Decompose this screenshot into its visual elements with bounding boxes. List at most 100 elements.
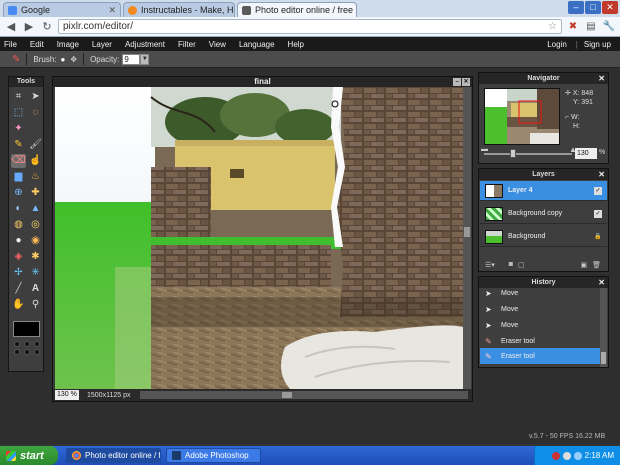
eraser-icon[interactable]: ⌫ [11,154,26,168]
wrench-icon[interactable]: 🔧 [602,20,616,34]
back-icon[interactable]: ◀ [4,20,18,34]
reload-icon[interactable]: ↻ [40,20,54,34]
layer-row-background[interactable]: Background 🔒 [480,227,607,247]
taskbar-item-browser[interactable]: Photo editor online / f... [66,448,161,463]
visibility-checkbox[interactable]: ✓ [594,209,602,218]
start-button[interactable]: start [0,446,58,465]
menu-filter[interactable]: Filter [178,40,196,49]
volume-icon[interactable] [573,451,582,460]
opacity-input[interactable]: 9 [122,53,141,65]
forward-icon[interactable]: ▶ [22,20,36,34]
dodge-icon[interactable]: ◐ [11,202,26,216]
delete-layer-icon[interactable]: 🗑 [592,261,601,269]
navigator-thumbnail[interactable] [484,88,560,145]
signup-link[interactable]: Sign up [584,40,611,49]
star-icon[interactable]: ☆ [548,21,557,32]
layer-mask-icon[interactable]: ◙ [509,261,513,268]
lock-icon[interactable]: 🔒 [594,233,602,241]
layer-row-layer-4[interactable]: Layer 4 ✓ [480,181,607,201]
tab-pixlr[interactable]: Photo editor online / free ima ✕ [237,2,357,17]
close-icon[interactable]: ✕ [104,5,116,16]
bloat-icon[interactable]: ◉ [28,234,43,248]
maximize-icon[interactable]: □ [585,1,601,14]
menu-edit[interactable]: Edit [30,40,44,49]
redeye-icon[interactable]: ◈ [11,250,26,264]
history-item[interactable]: ➤ Move [480,285,600,301]
new-layer-icon[interactable]: ▣ [580,261,587,269]
wand-icon[interactable]: ✦ [11,122,26,136]
blank-tool [28,122,43,136]
view-dot-icon[interactable] [14,341,20,347]
minimize-icon[interactable]: – [568,1,584,14]
sponge-icon[interactable]: ◎ [28,218,43,232]
menu-file[interactable]: File [4,40,17,49]
hand-icon[interactable]: ✋ [11,298,26,312]
heal-icon[interactable]: ✚ [28,186,43,200]
gradient-icon[interactable]: ▆ [11,170,26,184]
view-dot-icon[interactable] [34,349,40,355]
zoom-out-icon[interactable]: ▬ [481,146,488,153]
crop-icon[interactable]: ⌗ [11,90,26,104]
menu-adjustment[interactable]: Adjustment [125,40,165,49]
canvas-horizontal-scrollbar[interactable] [140,391,468,399]
tray-icon[interactable] [562,451,571,460]
zoom-slider[interactable] [484,149,572,158]
tab-google[interactable]: Google ✕ [3,2,121,17]
layers-close-icon[interactable]: ✕ [598,169,605,180]
navigator-close-icon[interactable]: ✕ [598,73,605,84]
blur-icon[interactable]: ◍ [11,218,26,232]
pencil-icon[interactable]: ✎ [11,138,26,152]
view-dot-icon[interactable] [24,349,30,355]
menu-layer[interactable]: Layer [92,40,112,49]
canvas-close-icon[interactable]: ✕ [462,78,470,86]
login-link[interactable]: Login [547,40,567,49]
spot-icon[interactable]: ✱ [28,250,43,264]
history-scrollbar[interactable] [600,288,607,367]
color-swatch[interactable] [13,321,40,337]
clone-icon[interactable]: ⊕ [11,186,26,200]
pinch-icon[interactable]: ✢ [11,266,26,280]
window-close-icon[interactable]: ✕ [602,1,618,14]
page-icon[interactable]: ▤ [584,20,598,34]
sharpen-icon[interactable]: ▲ [28,202,43,216]
view-dot-icon[interactable] [14,349,20,355]
burn-icon[interactable]: ● [11,234,26,248]
layer-style-icon[interactable]: ▢ [518,261,525,269]
layer-row-background-copy[interactable]: Background copy ✓ [480,204,607,224]
text-icon[interactable]: A [28,282,43,296]
menu-help[interactable]: Help [288,40,304,49]
layer-settings-icon[interactable]: ☰▾ [485,261,495,269]
address-bar[interactable]: pixlr.com/editor/ ☆ [58,19,562,34]
view-dot-icon[interactable] [34,341,40,347]
zoom-input[interactable]: 130 % [55,390,79,400]
history-item[interactable]: ✎ Eraser tool [480,333,600,349]
smudge-icon[interactable]: ☝ [28,154,43,168]
tab-instructables[interactable]: Instructables - Make, How To ✕ [123,2,235,17]
history-item[interactable]: ➤ Move [480,317,600,333]
brush-picker-icon[interactable]: ✥ [70,55,77,64]
navigator-zoom-input[interactable]: 130 [575,148,597,159]
marquee-icon[interactable]: ⬚ [11,106,26,120]
brush-preview-icon[interactable]: ● [61,55,66,64]
extension-icon[interactable]: ✖ [566,20,580,34]
image-canvas[interactable] [55,87,463,389]
bucket-icon[interactable]: ♨ [28,170,43,184]
taskbar-item-photoshop[interactable]: Adobe Photoshop [166,448,261,463]
visibility-checkbox[interactable]: ✓ [594,186,602,195]
move-icon[interactable]: ➤ [28,90,43,104]
color-replace-icon[interactable]: ✳ [28,266,43,280]
tray-icon[interactable] [551,451,560,460]
history-item[interactable]: ➤ Move [480,301,600,317]
menu-view[interactable]: View [209,40,226,49]
picker-icon[interactable]: ╱ [11,282,26,296]
history-item-current[interactable]: ✎ Eraser tool [480,348,600,364]
menu-language[interactable]: Language [239,40,275,49]
brush-icon[interactable]: 🖌 [28,138,43,152]
canvas-minimize-icon[interactable]: – [453,78,461,86]
zoom-icon[interactable]: ⚲ [28,298,43,312]
view-dot-icon[interactable] [24,341,30,347]
opacity-dropdown-icon[interactable]: ▼ [140,53,150,65]
menu-image[interactable]: Image [57,40,79,49]
canvas-vertical-scrollbar[interactable] [463,87,471,389]
lasso-icon[interactable]: ◌ [28,106,43,120]
